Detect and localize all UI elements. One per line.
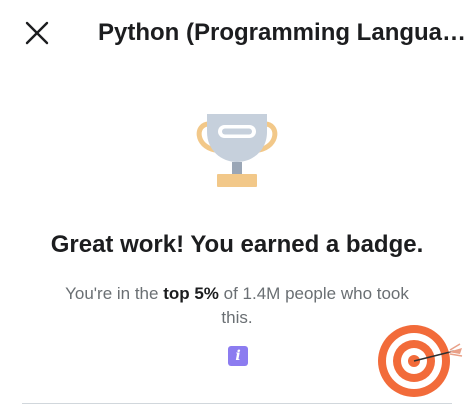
badge-headline: Great work! You earned a badge. [50, 231, 424, 258]
badge-message-suffix: of 1.4M people who took this. [218, 284, 409, 327]
divider [22, 403, 452, 404]
info-icon: i [235, 348, 241, 364]
close-icon [25, 21, 49, 45]
badge-message-rank: top 5% [163, 284, 219, 303]
target-icon [378, 325, 463, 397]
badge-message: You're in the top 5% of 1.4M people who … [62, 282, 412, 330]
close-button[interactable] [18, 14, 56, 52]
info-button[interactable]: i [228, 346, 248, 366]
badge-earned-screen: Python (Programming Langua… Great work! … [0, 0, 474, 406]
page-title: Python (Programming Langua… [98, 19, 467, 46]
badge-message-prefix: You're in the [65, 284, 164, 303]
trophy-icon [196, 114, 278, 187]
